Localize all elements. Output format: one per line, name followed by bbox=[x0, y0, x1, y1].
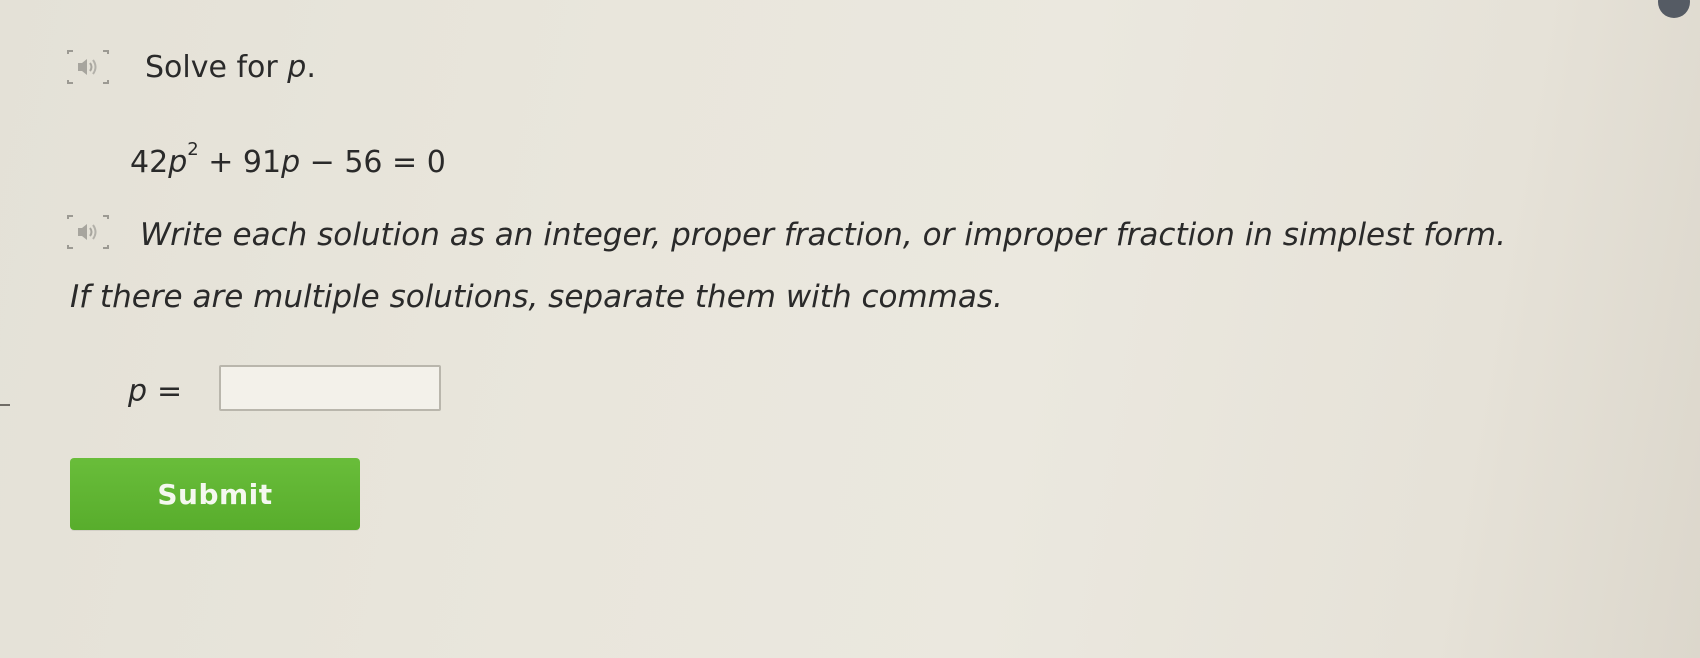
equation-variable-2: p bbox=[281, 145, 301, 180]
equation-exponent: 2 bbox=[187, 139, 199, 160]
equation-tail: − 56 = 0 bbox=[300, 145, 446, 180]
equation: 42p2 + 91p − 56 = 0 bbox=[130, 136, 446, 183]
audio-speaker-icon-graphic bbox=[67, 50, 109, 84]
title-variable: p bbox=[287, 50, 307, 85]
answer-label: p = bbox=[128, 372, 182, 412]
title-text: Solve for bbox=[145, 50, 288, 85]
instruction-line-2: If there are multiple solutions, separat… bbox=[70, 279, 1003, 315]
audio-speaker-icon[interactable] bbox=[65, 213, 111, 251]
problem-title: Solve for p. bbox=[145, 48, 316, 88]
corner-badge[interactable] bbox=[1658, 0, 1690, 18]
submit-button[interactable]: Submit bbox=[70, 458, 360, 530]
audio-speaker-icon-graphic bbox=[67, 215, 109, 249]
equation-middle: + 91 bbox=[198, 145, 282, 180]
answer-variable: p bbox=[128, 374, 148, 409]
audio-speaker-icon[interactable] bbox=[65, 48, 111, 86]
edge-mark bbox=[0, 404, 10, 406]
title-punct: . bbox=[306, 50, 316, 85]
answer-input[interactable] bbox=[219, 365, 441, 411]
question-panel: Solve for p. 42p2 + 91p − 56 = 0 Write e… bbox=[0, 0, 1700, 658]
equation-coef-a: 42 bbox=[130, 145, 169, 180]
equation-variable: p bbox=[168, 145, 188, 180]
answer-equals: = bbox=[157, 374, 183, 409]
instruction-line-1: Write each solution as an integer, prope… bbox=[140, 217, 1506, 253]
